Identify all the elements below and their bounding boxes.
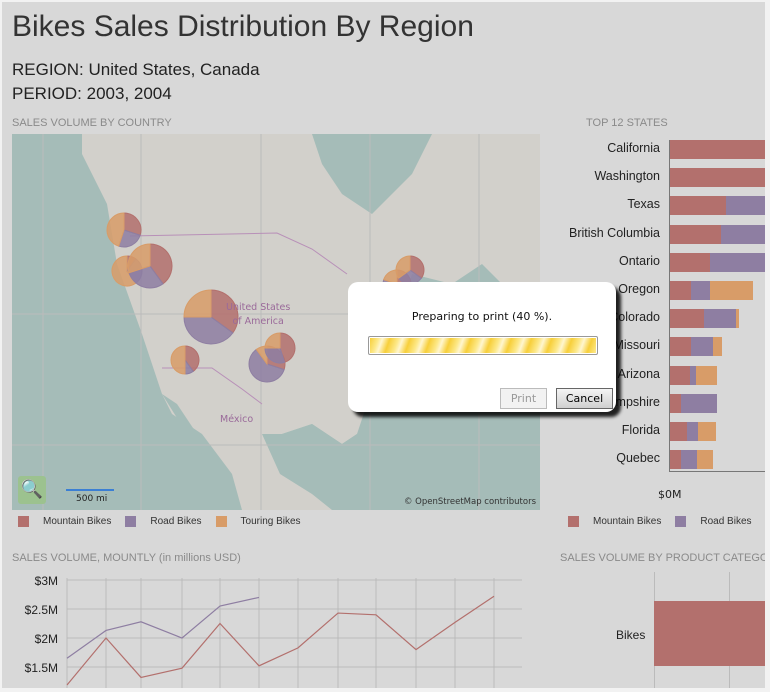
dialog-message: Preparing to print (40 %).	[411, 310, 553, 323]
print-button[interactable]: Print	[500, 388, 547, 409]
state-bar-segment[interactable]	[670, 365, 690, 385]
dashboard: Bikes Sales Distribution By Region REGIO…	[2, 2, 765, 688]
line-series[interactable]	[66, 596, 260, 659]
states-legend: Mountain Bikes Road Bikes	[568, 516, 765, 527]
state-bar-segment[interactable]	[709, 252, 765, 272]
state-bar-segment[interactable]	[709, 281, 753, 300]
state-bar-segment[interactable]	[670, 196, 726, 216]
states-axis-x	[669, 471, 765, 472]
category-bar-bikes[interactable]	[654, 601, 765, 666]
state-bar-segment[interactable]	[670, 422, 687, 441]
state-bar-segment[interactable]	[670, 140, 765, 159]
category-title: SALES VOLUME BY PRODUCT CATEGOR	[560, 552, 765, 564]
state-bar-segment[interactable]	[697, 450, 714, 470]
state-bar-segment[interactable]	[670, 168, 765, 188]
state-bar-segment[interactable]	[686, 422, 699, 441]
state-bar-segment[interactable]	[670, 393, 681, 413]
state-bar-segment[interactable]	[698, 422, 717, 441]
category-label-bikes: Bikes	[616, 628, 646, 642]
y-tick-label: $2M	[35, 632, 58, 646]
state-bar-segment[interactable]	[691, 281, 710, 300]
state-bar-segment[interactable]	[670, 450, 681, 470]
cancel-button[interactable]: Cancel	[556, 388, 613, 409]
states-axis	[669, 140, 670, 472]
state-bar-segment[interactable]	[670, 224, 722, 244]
legend-swatch-road	[675, 516, 687, 527]
state-bar-segment[interactable]	[670, 309, 704, 329]
y-tick-label: $2.5M	[25, 603, 58, 617]
y-tick-label: $3M	[35, 574, 58, 588]
state-bar-segment[interactable]	[696, 365, 718, 385]
state-bar-segment[interactable]	[721, 224, 765, 244]
states-title: TOP 12 STATES	[586, 117, 668, 129]
legend-swatch-mountain	[568, 516, 579, 527]
state-bar-segment[interactable]	[713, 337, 723, 357]
state-bar-segment[interactable]	[725, 196, 765, 216]
legend-mountain: Mountain Bikes	[593, 516, 662, 527]
line-series[interactable]	[66, 595, 495, 686]
progress-fill	[370, 338, 596, 353]
state-bar-segment[interactable]	[670, 252, 710, 272]
state-bar-segment[interactable]	[736, 309, 740, 329]
print-progress-dialog: Preparing to print (40 %). Print Cancel	[348, 282, 616, 412]
print-progress-bar	[368, 336, 598, 355]
y-tick-label: $1.5M	[25, 661, 58, 675]
state-bar-segment[interactable]	[670, 281, 691, 300]
state-bar-segment[interactable]	[670, 337, 691, 357]
states-axis-label: $0M	[658, 488, 682, 501]
state-bar-segment[interactable]	[680, 393, 718, 413]
state-bar-segment[interactable]	[703, 309, 737, 329]
state-bar-segment[interactable]	[680, 450, 698, 470]
state-bar-segment[interactable]	[691, 337, 714, 357]
legend-road: Road Bikes	[700, 516, 752, 527]
